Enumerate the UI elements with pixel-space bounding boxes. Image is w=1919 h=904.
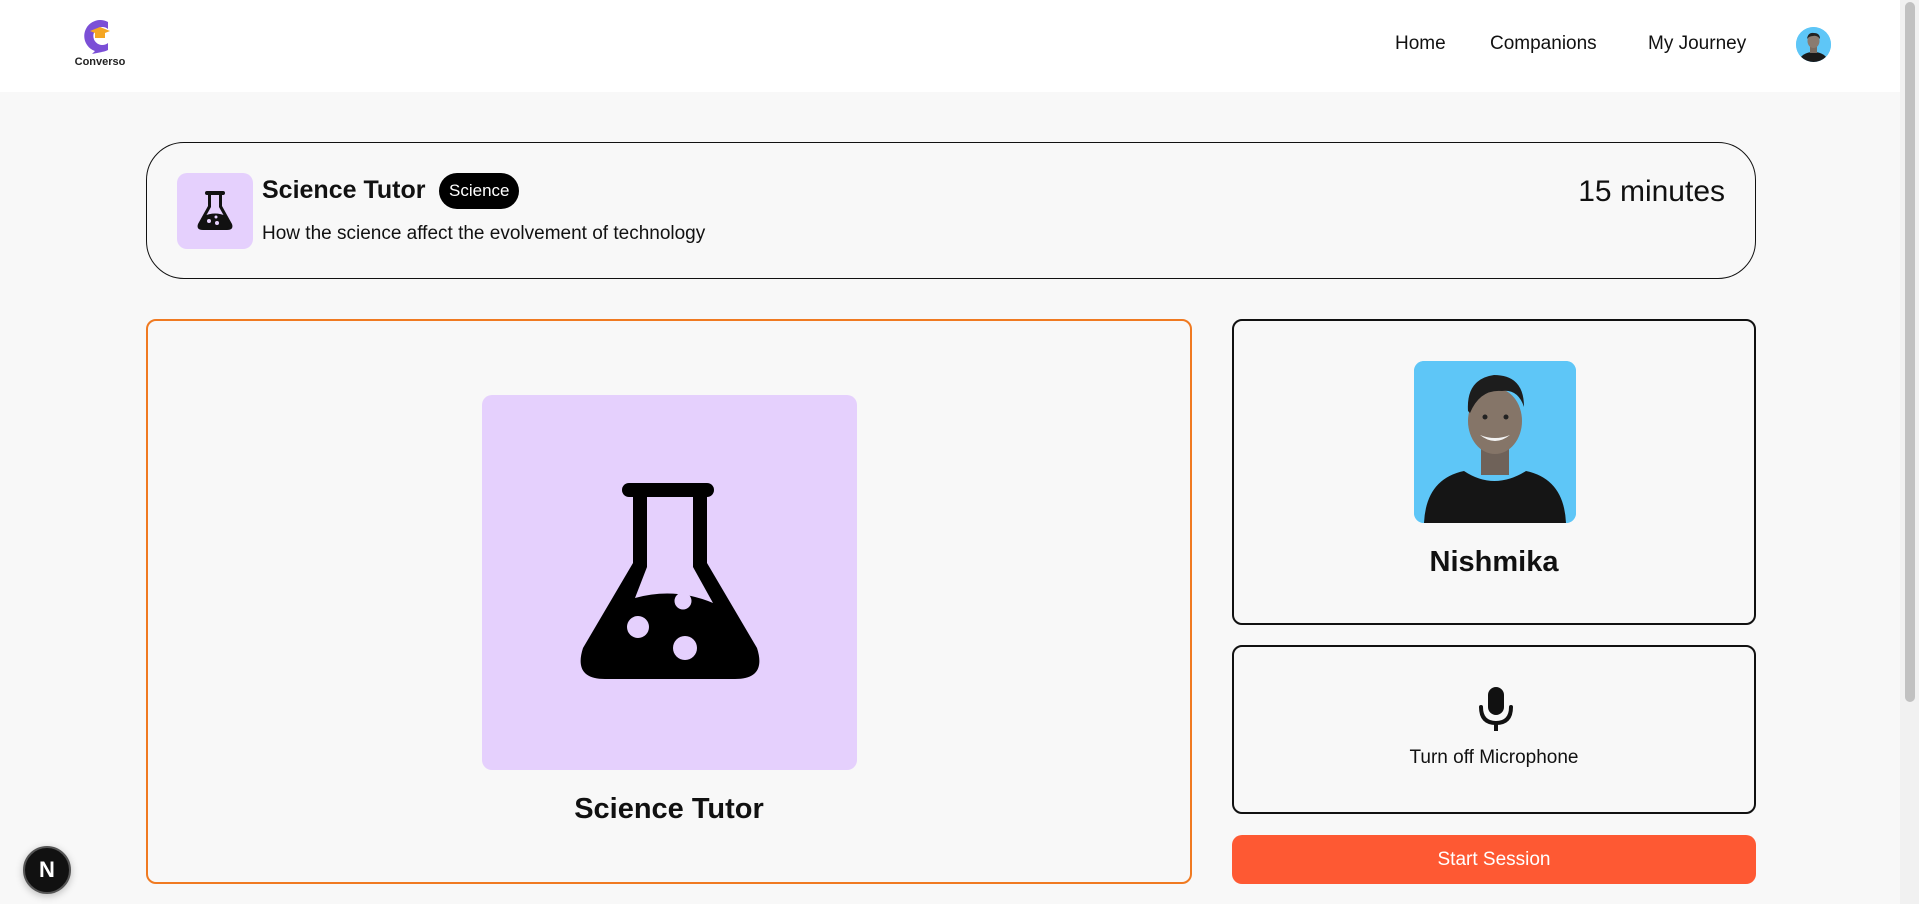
session-duration: 15 minutes [1578, 175, 1725, 208]
user-portrait [1414, 361, 1576, 523]
converso-logo[interactable]: Converso [70, 16, 130, 72]
companion-avatar [482, 395, 857, 770]
nextjs-dev-badge[interactable]: N [23, 846, 71, 894]
user-card: Nishmika [1232, 319, 1756, 625]
companion-name: Science Tutor [574, 793, 764, 825]
flask-icon [580, 482, 759, 679]
navbar: Converso Home Companions My Journey [0, 0, 1900, 92]
subject-icon-box [177, 173, 253, 249]
microphone-icon [1479, 687, 1513, 731]
nav-companions-link[interactable]: Companions [1490, 33, 1597, 55]
logo-text: Converso [74, 56, 126, 68]
scrollbar-thumb[interactable] [1905, 2, 1915, 702]
nav-my-journey-link[interactable]: My Journey [1648, 33, 1746, 55]
microphone-label: Turn off Microphone [1409, 747, 1579, 768]
scrollbar[interactable] [1900, 0, 1919, 904]
session-header-card: Science Tutor Science How the science af… [146, 142, 1756, 279]
user-photo [1414, 361, 1576, 523]
avatar [1796, 27, 1831, 62]
nav-home-link[interactable]: Home [1395, 33, 1446, 55]
subject-badge: Science [439, 173, 520, 209]
user-avatar-button[interactable] [1796, 27, 1831, 62]
flask-icon [197, 191, 233, 230]
start-session-button[interactable]: Start Session [1232, 835, 1756, 884]
session-topic: How the science affect the evolvement of… [262, 223, 706, 244]
microphone-toggle-button[interactable]: Turn off Microphone [1232, 645, 1756, 814]
user-name: Nishmika [1429, 546, 1559, 578]
logo-icon [84, 19, 110, 54]
companion-title: Science Tutor [262, 176, 426, 204]
companion-panel: Science Tutor [146, 319, 1192, 884]
